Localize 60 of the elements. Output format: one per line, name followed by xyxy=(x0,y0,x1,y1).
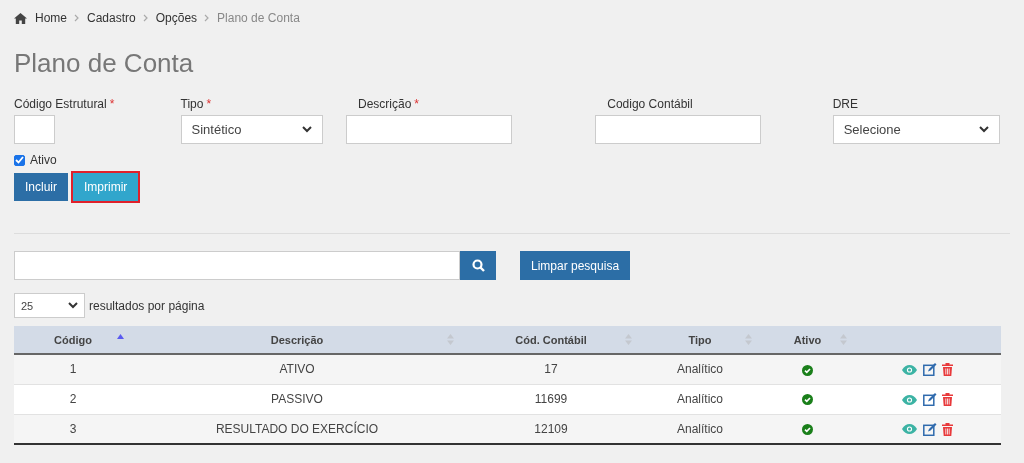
required-marker: * xyxy=(206,97,212,111)
column-header[interactable]: Tipo xyxy=(640,326,760,354)
chevron-right-icon xyxy=(204,14,210,22)
table-cell: 17 xyxy=(462,354,640,384)
table-cell: ATIVO xyxy=(132,354,462,384)
column-header[interactable]: Ativo xyxy=(760,326,855,354)
field-label: Código Estrutural xyxy=(14,97,107,111)
table-cell: Analítico xyxy=(640,384,760,414)
field-label: Descrição xyxy=(358,97,412,111)
checkbox[interactable] xyxy=(14,154,25,166)
field-label: Tipo xyxy=(180,97,204,111)
eye-icon[interactable] xyxy=(902,424,918,435)
table-cell: 12109 xyxy=(462,414,640,444)
edit-icon[interactable] xyxy=(922,422,937,436)
eye-icon[interactable] xyxy=(902,394,918,405)
action-button[interactable]: Incluir xyxy=(14,173,68,201)
clear-search-button[interactable]: Limpar pesquisa xyxy=(520,251,631,280)
field-label: Codigo Contábil xyxy=(607,97,693,111)
page-title: Plano de Conta xyxy=(14,47,195,79)
breadcrumb-link[interactable]: Home xyxy=(35,11,67,25)
home-icon xyxy=(14,12,27,24)
select-field[interactable]: Selecione xyxy=(832,115,1000,144)
search-button[interactable] xyxy=(460,251,496,280)
breadcrumb-link[interactable]: Cadastro xyxy=(87,11,136,25)
chevron-right-icon xyxy=(74,14,79,22)
table-cell: PASSIVO xyxy=(132,384,462,414)
table-cell: 2 xyxy=(14,384,132,414)
column-header[interactable]: Descrição xyxy=(132,326,462,354)
field-label: DRE xyxy=(832,97,858,111)
column-header[interactable]: Cód. Contábil xyxy=(462,326,640,354)
search-field[interactable] xyxy=(14,251,460,280)
select-field[interactable]: Sintético xyxy=(180,115,323,144)
chevron-down-icon xyxy=(978,126,989,133)
edit-icon[interactable] xyxy=(922,393,937,407)
table-cell: 3 xyxy=(14,414,132,444)
trash-icon[interactable] xyxy=(942,422,953,436)
input-field[interactable] xyxy=(346,115,512,144)
column-header[interactable]: Código xyxy=(14,326,132,354)
edit-icon[interactable] xyxy=(922,363,937,377)
chevron-down-icon xyxy=(301,126,312,133)
required-marker: * xyxy=(109,97,115,111)
table-cell: 11699 xyxy=(462,384,640,414)
search-icon xyxy=(471,259,485,272)
required-marker: * xyxy=(414,97,420,111)
checkbox-label: Ativo xyxy=(30,153,57,167)
trash-icon[interactable] xyxy=(942,363,953,377)
table-cell: Analítico xyxy=(640,354,760,384)
chevron-down-icon xyxy=(68,302,78,309)
breadcrumb-current: Plano de Conta xyxy=(217,11,300,25)
table-cell: Analítico xyxy=(640,414,760,444)
page-size-label: resultados por página xyxy=(89,298,205,313)
input-field[interactable] xyxy=(595,115,762,144)
page-size-select[interactable]: 25 xyxy=(14,293,85,318)
trash-icon[interactable] xyxy=(942,393,953,407)
table-cell: RESULTADO DO EXERCÍCIO xyxy=(132,414,462,444)
breadcrumb-link[interactable]: Opções xyxy=(155,11,198,25)
eye-icon[interactable] xyxy=(902,364,918,375)
chevron-right-icon xyxy=(142,14,148,22)
input-field[interactable] xyxy=(14,115,55,144)
table-cell: 1 xyxy=(14,354,132,384)
